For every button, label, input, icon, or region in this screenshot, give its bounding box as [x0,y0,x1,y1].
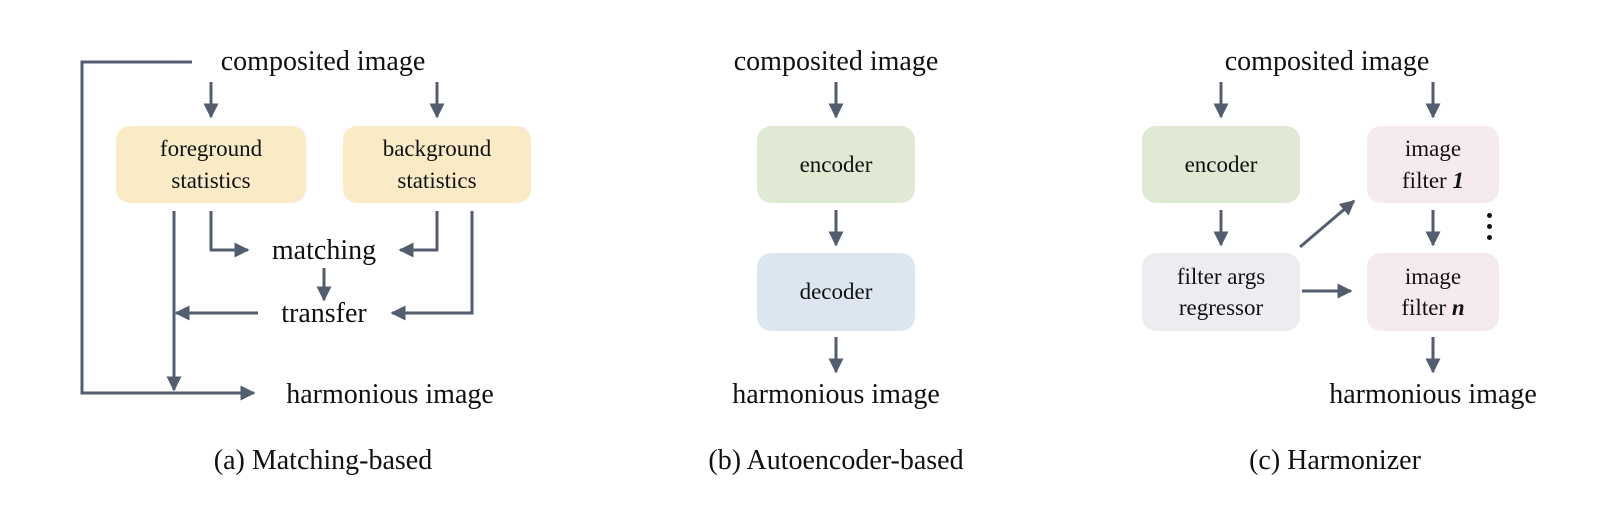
c-caption: (c) Harmonizer [1249,445,1421,476]
regressor-label-line2: regressor [1178,295,1264,320]
arrow-composited-to-output-bypass [80,60,256,401]
filtern-index: n [1451,295,1465,320]
arrow-c-regressor-to-filter1 [1299,199,1356,249]
filter-args-regressor-box: filter args regressor [1142,253,1300,331]
filtern-label-line2: filter [1401,295,1452,320]
filter1-label-line1: image [1404,136,1462,162]
transfer-label: transfer [281,298,367,329]
foreground-label-line2: statistics [171,167,251,193]
filter1-label-line2: filter [1402,167,1453,193]
arrow-background-to-matching [398,211,439,258]
b-encoder-label: encoder [799,151,873,177]
b-output-label: harmonious image [732,379,940,410]
background-label-line2: statistics [397,167,477,193]
b-encoder-box: encoder [757,126,915,203]
arrow-background-to-transfer [390,211,474,321]
foreground-label-line1: foreground [159,136,263,162]
b-caption: (b) Autoencoder-based [708,445,964,476]
decoder-box: decoder [757,253,915,331]
decoder-label: decoder [799,279,873,305]
foreground-statistics-box: foreground statistics [116,126,306,203]
background-label-line1: background [382,136,492,162]
background-statistics-box: background statistics [343,126,531,203]
c-output-label: harmonious image [1329,379,1537,410]
ellipsis-icon [1487,213,1493,246]
b-input-label: composited image [733,46,939,77]
a-caption: (a) Matching-based [213,445,433,476]
filtern-label-line1: image [1404,263,1462,289]
regressor-label-line1: filter args [1176,263,1266,289]
c-input-label: composited image [1224,46,1430,77]
filter1-index: 1 [1452,167,1464,193]
c-encoder-box: encoder [1142,126,1300,203]
matching-label: matching [271,235,377,266]
image-filter-1-box: image filter 1 [1367,126,1499,203]
a-output-label: harmonious image [286,379,494,410]
image-filter-n-box: image filter n [1367,253,1499,331]
arrow-foreground-to-matching [209,211,250,258]
c-encoder-label: encoder [1184,151,1258,177]
a-input-label: composited image [220,46,426,77]
